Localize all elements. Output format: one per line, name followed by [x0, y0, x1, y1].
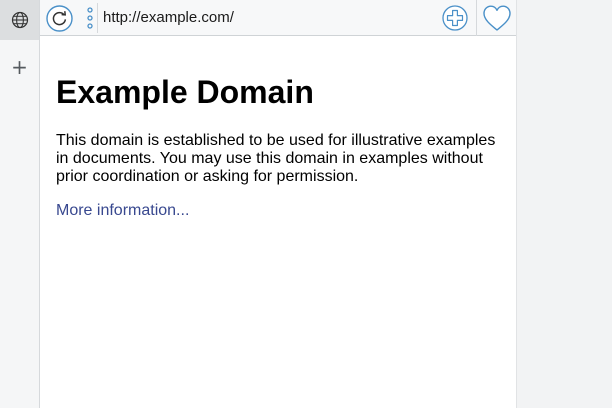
vertical-dots-icon[interactable]: [83, 5, 97, 31]
new-tab-button[interactable]: +: [0, 52, 39, 82]
globe-icon: [11, 11, 28, 29]
toolbar: http://example.com/: [40, 0, 516, 36]
plus-circle-icon[interactable]: [442, 5, 468, 31]
reload-icon[interactable]: [46, 5, 73, 32]
plus-icon: +: [11, 55, 28, 79]
right-side-panel: [516, 0, 612, 408]
more-information-link[interactable]: More information...: [56, 202, 189, 220]
page-title: Example Domain: [56, 74, 314, 110]
tab-strip: +: [0, 0, 40, 408]
url-separator: [97, 3, 98, 33]
tab-example-domain[interactable]: [0, 0, 39, 40]
heart-icon[interactable]: [481, 3, 513, 33]
toolbar-separator: [476, 0, 477, 36]
url-field[interactable]: http://example.com/: [103, 9, 234, 27]
page-description: This domain is established to be used fo…: [56, 132, 496, 185]
